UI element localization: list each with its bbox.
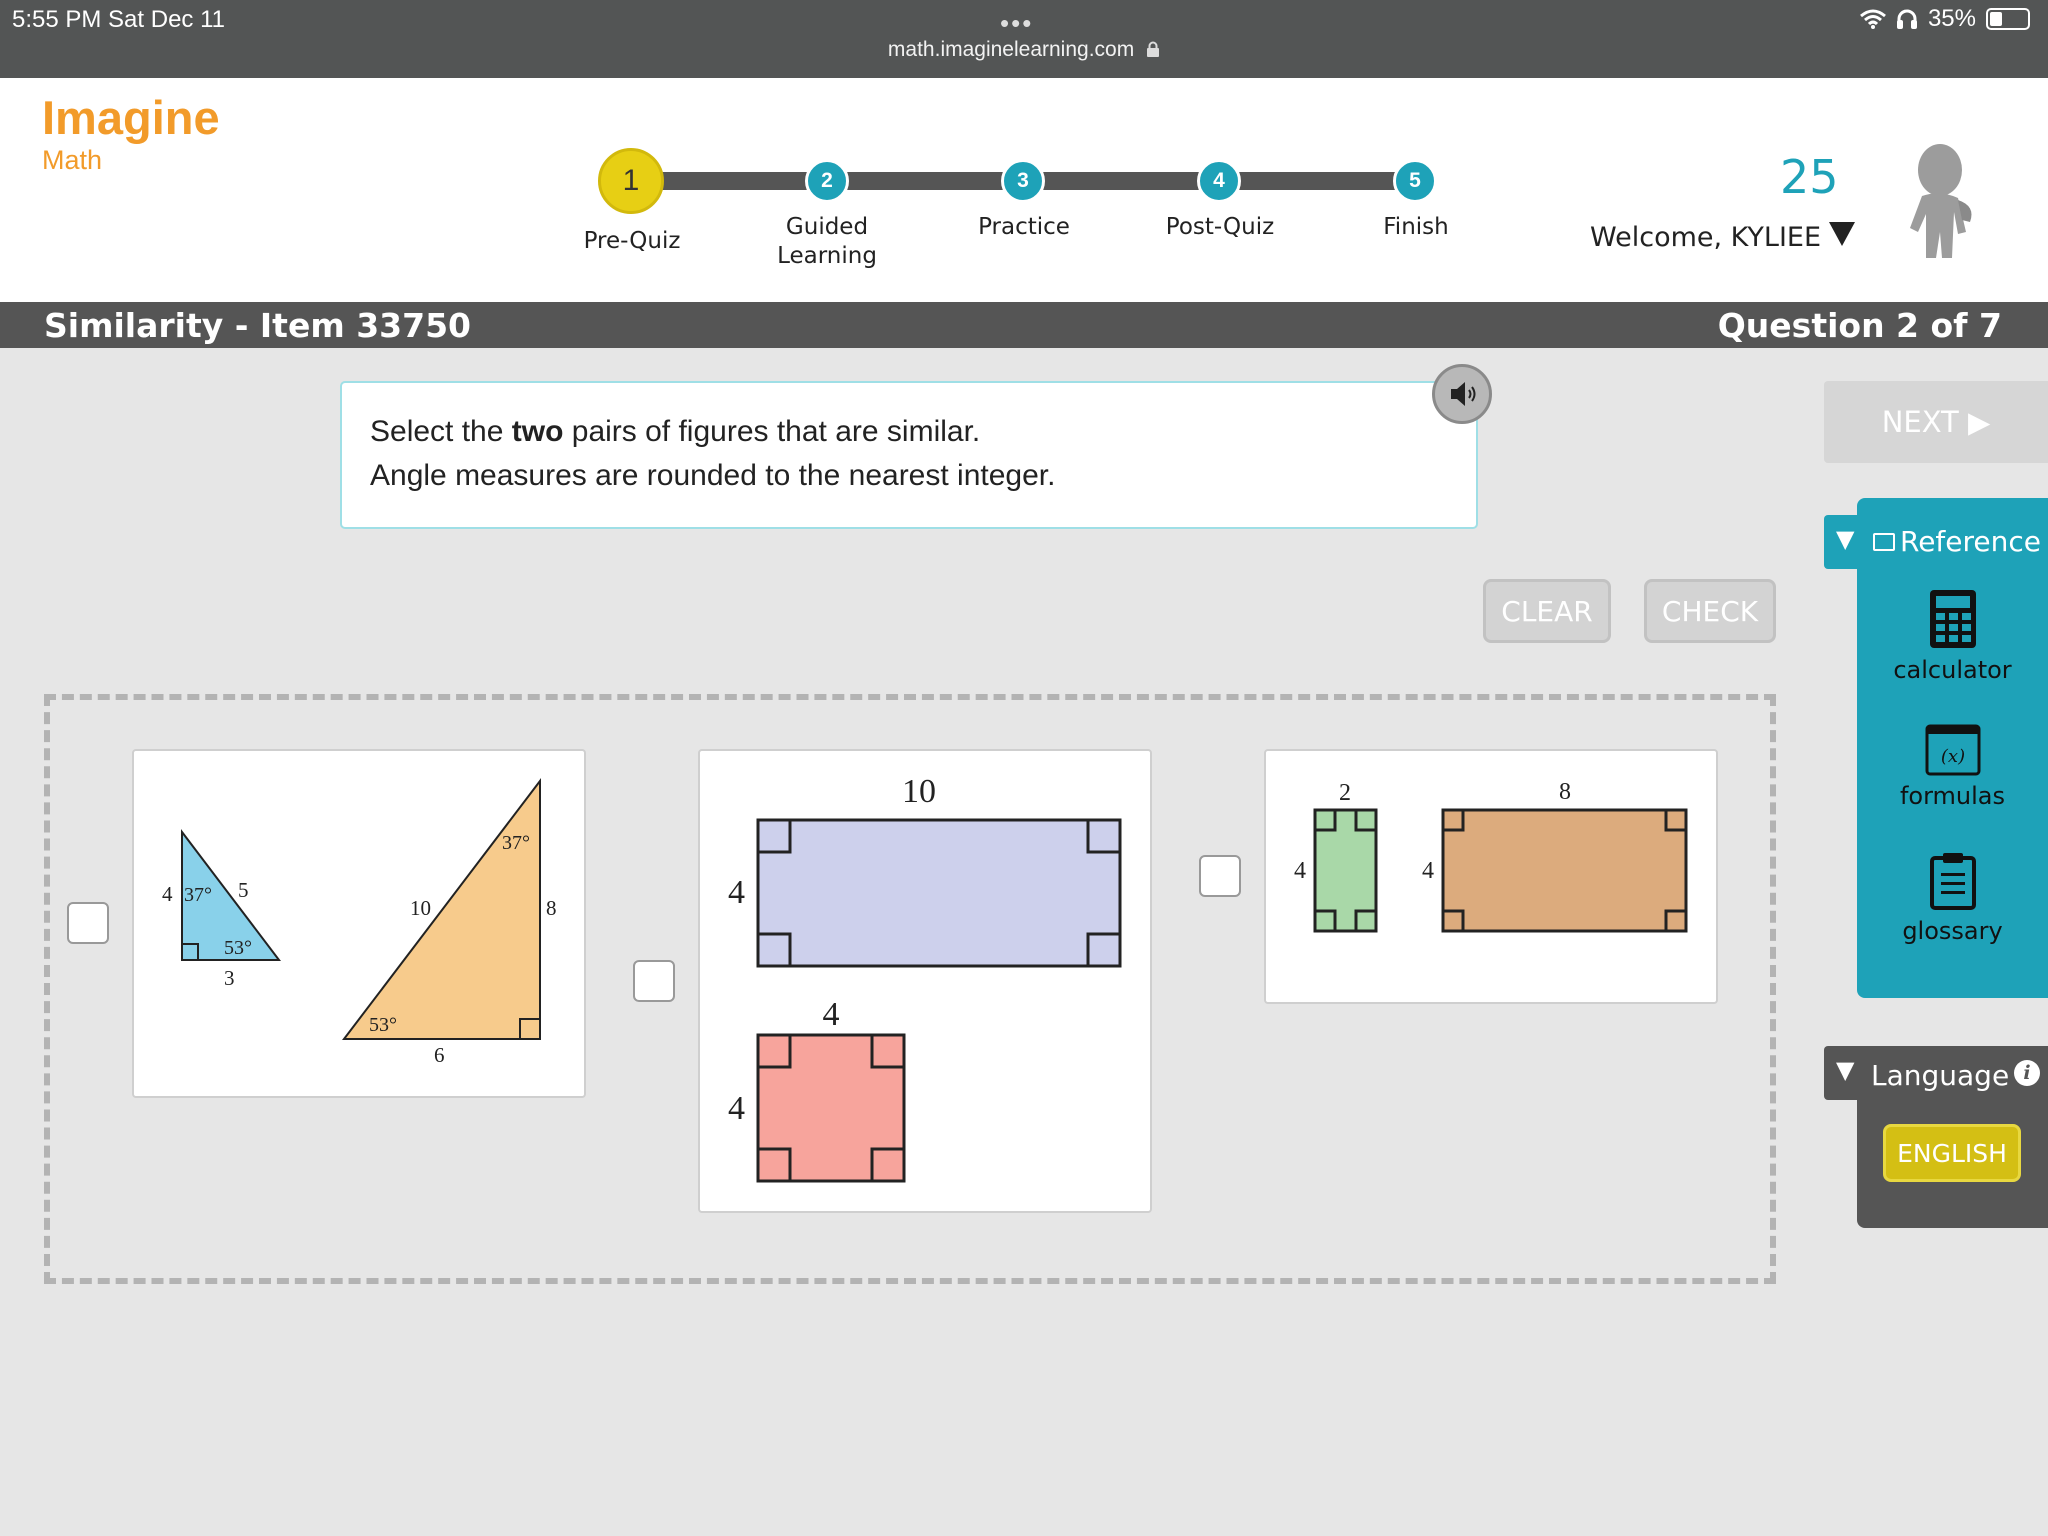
lock-icon [1147, 41, 1160, 57]
audio-button[interactable] [1432, 364, 1492, 424]
prompt-line-1: Select the two pairs of figures that are… [370, 415, 981, 448]
step-label-practice: Practice [978, 214, 1070, 240]
question-counter: Question 2 of 7 [1717, 306, 2002, 345]
glossary-label: glossary [1902, 917, 2003, 945]
square-height-label: 4 [728, 1090, 745, 1127]
green-rect-width-label: 2 [1339, 780, 1351, 806]
formulas-tool[interactable]: (x) formulas [1857, 724, 2048, 810]
large-triangle [341, 778, 541, 1040]
clipboard-icon [1929, 853, 1976, 910]
lavender-rectangle [756, 818, 1122, 968]
calculator-tool[interactable]: calculator [1857, 588, 2048, 684]
speaker-icon [1451, 382, 1476, 406]
large-tri-angle-top: 37° [502, 832, 530, 854]
status-time: 5:55 PM Sat Dec 11 [12, 6, 225, 33]
figure-card-rectangles: 2 4 8 4 [1264, 749, 1718, 1004]
step-label-pre-quiz: Pre-Quiz [583, 228, 681, 254]
large-tri-side-right: 8 [546, 896, 557, 920]
formulas-label: formulas [1899, 782, 2006, 810]
score-counter: 25 [1780, 150, 1839, 204]
rect-width-label: 10 [902, 773, 936, 810]
headphones-icon [1896, 9, 1917, 29]
reference-label: Reference [1900, 525, 2041, 558]
formulas-icon: (x) [1925, 724, 1980, 776]
step-node-2: 2 [805, 159, 849, 203]
reference-toggle[interactable]: ▼ Reference [1824, 515, 2048, 569]
step-label-post-quiz: Post-Quiz [1165, 214, 1275, 240]
large-tri-side-hyp: 10 [410, 896, 431, 920]
language-label: Language [1871, 1059, 2010, 1092]
avatar-icon[interactable] [1900, 140, 1990, 260]
question-prompt: Select the two pairs of figures that are… [340, 381, 1478, 529]
green-rect-height-label: 4 [1294, 858, 1306, 884]
url-bar[interactable]: math.imaginelearning.com [0, 38, 2048, 62]
rectangles-figure: 2 4 8 4 [1294, 779, 1688, 933]
figure-card-triangles: 4 37° 5 53° 3 37° 10 8 53° 6 [132, 749, 586, 1098]
step-node-1: 1 [598, 148, 664, 214]
svg-text:(x): (x) [1940, 746, 1964, 767]
status-icons: 35% [1859, 5, 2030, 33]
welcome-user[interactable]: Welcome, KYLIEE [1590, 222, 1821, 253]
rect-height-label: 4 [728, 874, 745, 911]
clear-button[interactable]: CLEAR [1483, 579, 1611, 643]
english-button[interactable]: ENGLISH [1883, 1124, 2021, 1182]
logo-imagine: Imagine [42, 91, 220, 144]
square-width-label: 4 [823, 996, 840, 1033]
title-bar: Similarity - Item 33750 Question 2 of 7 [0, 302, 2048, 348]
small-tri-side-left: 4 [162, 882, 173, 906]
check-button[interactable]: CHECK [1644, 579, 1776, 643]
battery-percent: 35% [1927, 5, 1976, 32]
tan-rect-height-label: 4 [1422, 858, 1434, 884]
small-tri-angle-top: 37° [184, 884, 212, 906]
user-menu-caret-icon[interactable] [1827, 220, 1857, 248]
url-text: math.imaginelearning.com [887, 38, 1135, 61]
status-bar: 5:55 PM Sat Dec 11 ••• math.imaginelearn… [0, 0, 2048, 78]
pink-square [756, 1033, 906, 1183]
step-node-4: 4 [1197, 159, 1241, 203]
reference-icon [1873, 533, 1895, 551]
glossary-tool[interactable]: glossary [1857, 851, 2048, 945]
step-node-3: 3 [1001, 159, 1045, 203]
caret-down-icon: ▼ [1836, 1056, 1855, 1084]
next-button[interactable]: NEXT ▶ [1824, 381, 2048, 463]
step-label-guided-learning: Guided Learning [777, 214, 877, 269]
language-toggle[interactable]: ▼ Language i [1824, 1046, 2048, 1100]
tan-rect-width-label: 8 [1559, 779, 1571, 805]
checkbox-pair-2[interactable] [633, 960, 675, 1002]
rect-square-figure: 10 4 4 4 [728, 773, 1122, 1183]
calculator-label: calculator [1893, 656, 2012, 684]
logo-math: Math [42, 145, 103, 175]
checkbox-pair-3[interactable] [1199, 855, 1241, 897]
lesson-title: Similarity - Item 33750 [44, 306, 472, 345]
figure-card-rect-square: 10 4 4 4 [698, 749, 1152, 1213]
browser-menu-dots[interactable]: ••• [1000, 8, 1033, 39]
caret-down-icon: ▼ [1836, 525, 1855, 553]
small-tri-side-bottom: 3 [224, 966, 235, 990]
battery-icon [1986, 8, 2030, 30]
step-label-finish: Finish [1383, 214, 1449, 240]
small-tri-side-hyp: 5 [238, 878, 249, 902]
triangles-figure: 4 37° 5 53° 3 37° 10 8 53° 6 [162, 778, 557, 1067]
large-tri-angle-bottom: 53° [369, 1014, 397, 1036]
large-tri-side-bottom: 6 [434, 1043, 445, 1067]
calculator-icon [1929, 590, 1976, 648]
step-node-5: 5 [1393, 159, 1437, 203]
wifi-icon [1859, 9, 1886, 29]
info-icon[interactable]: i [2014, 1060, 2040, 1086]
prompt-line-2: Angle measures are rounded to the neares… [370, 459, 1056, 492]
tan-rectangle [1441, 808, 1688, 933]
small-tri-angle-bottom: 53° [224, 937, 252, 959]
green-rectangle [1313, 808, 1378, 933]
checkbox-pair-1[interactable] [67, 902, 109, 944]
